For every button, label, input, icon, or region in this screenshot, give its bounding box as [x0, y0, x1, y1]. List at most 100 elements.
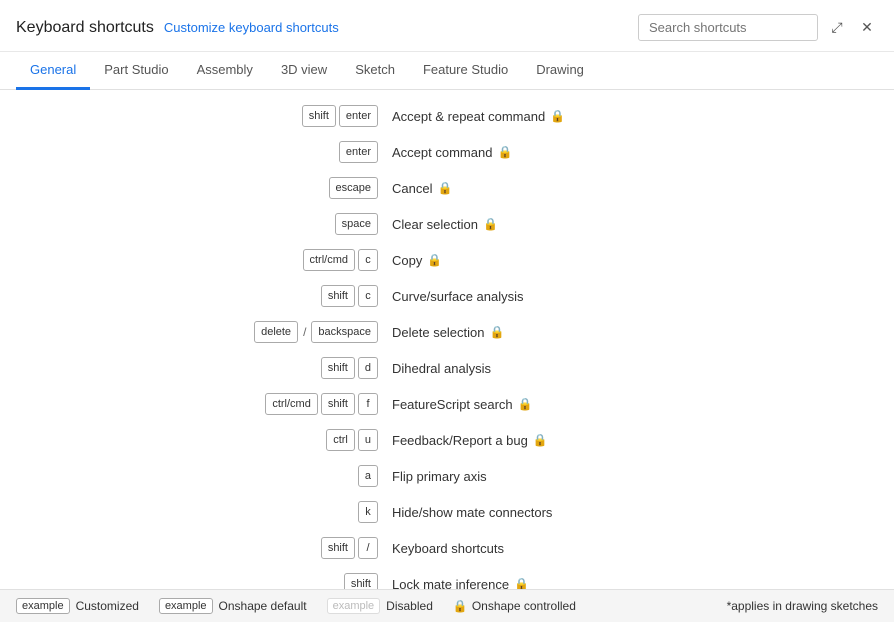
key-shift: shift [321, 537, 355, 559]
key-d: d [358, 357, 378, 379]
shortcut-label: Dihedral analysis [390, 361, 870, 376]
keys-area: shift / [0, 537, 390, 559]
legend-customized: example Customized [16, 598, 139, 614]
key-backspace: backspace [311, 321, 378, 343]
key-shift: shift [344, 573, 378, 589]
table-row: escape Cancel 🔒 [0, 170, 894, 206]
legend-key-onshape-default: example [159, 598, 213, 614]
tab-part-studio[interactable]: Part Studio [90, 52, 182, 90]
search-input[interactable] [638, 14, 818, 41]
lock-icon: 🔒 [497, 145, 512, 159]
shortcut-label: Lock mate inference 🔒 [390, 577, 870, 590]
table-row: k Hide/show mate connectors [0, 494, 894, 530]
keys-area: k [0, 501, 390, 523]
shortcut-label: Curve/surface analysis [390, 289, 870, 304]
legend-disabled: example Disabled [327, 598, 433, 614]
header-icons: ⤢ ✕ [826, 17, 878, 39]
tab-3d-view[interactable]: 3D view [267, 52, 341, 90]
legend-key-disabled: example [327, 598, 381, 614]
header: Keyboard shortcuts Customize keyboard sh… [0, 0, 894, 52]
legend-onshape-default: example Onshape default [159, 598, 307, 614]
lock-icon: 🔒 [490, 325, 505, 339]
key-enter: enter [339, 105, 378, 127]
lock-icon: 🔒 [427, 253, 442, 267]
shortcut-label: Delete selection 🔒 [390, 325, 870, 340]
lock-icon: 🔒 [533, 433, 548, 447]
lock-icon: 🔒 [550, 109, 565, 123]
table-row: shift enter Accept & repeat command 🔒 [0, 98, 894, 134]
table-row: ctrl u Feedback/Report a bug 🔒 [0, 422, 894, 458]
tab-general[interactable]: General [16, 52, 90, 90]
legend-onshape-default-desc: Onshape default [219, 599, 307, 613]
legend-onshape-controlled: 🔒 Onshape controlled [453, 599, 576, 613]
key-enter: enter [339, 141, 378, 163]
lock-icon: 🔒 [453, 599, 468, 613]
key-u: u [358, 429, 378, 451]
tab-drawing[interactable]: Drawing [522, 52, 598, 90]
key-c: c [358, 249, 378, 271]
key-f: f [358, 393, 378, 415]
tab-assembly[interactable]: Assembly [183, 52, 267, 90]
key-a: a [358, 465, 378, 487]
keys-area: space [0, 213, 390, 235]
shortcut-label: Clear selection 🔒 [390, 217, 870, 232]
keys-area: ctrl/cmd c [0, 249, 390, 271]
key-slash: / [358, 537, 378, 559]
shortcut-label: Feedback/Report a bug 🔒 [390, 433, 870, 448]
key-ctrl: ctrl [326, 429, 355, 451]
keys-area: delete / backspace [0, 321, 390, 343]
tabs-bar: General Part Studio Assembly 3D view Ske… [0, 52, 894, 90]
key-shift: shift [302, 105, 336, 127]
shortcuts-list: shift enter Accept & repeat command 🔒 en… [0, 90, 894, 589]
table-row: shift Lock mate inference 🔒 [0, 566, 894, 589]
legend-key-customized: example [16, 598, 70, 614]
lock-icon: 🔒 [518, 397, 533, 411]
shortcut-label: Copy 🔒 [390, 253, 870, 268]
key-escape: escape [329, 177, 378, 199]
keys-area: ctrl u [0, 429, 390, 451]
tab-feature-studio[interactable]: Feature Studio [409, 52, 522, 90]
shortcut-label: Accept command 🔒 [390, 145, 870, 160]
dialog-title: Keyboard shortcuts [16, 19, 154, 37]
table-row: ctrl/cmd shift f FeatureScript search 🔒 [0, 386, 894, 422]
shortcut-label: FeatureScript search 🔒 [390, 397, 870, 412]
legend-disabled-desc: Disabled [386, 599, 433, 613]
keys-area: shift d [0, 357, 390, 379]
table-row: ctrl/cmd c Copy 🔒 [0, 242, 894, 278]
expand-icon[interactable]: ⤢ [826, 17, 848, 39]
keys-area: escape [0, 177, 390, 199]
keys-area: shift c [0, 285, 390, 307]
tab-sketch[interactable]: Sketch [341, 52, 409, 90]
key-space: space [335, 213, 378, 235]
table-row: a Flip primary axis [0, 458, 894, 494]
key-shift: shift [321, 357, 355, 379]
keys-area: a [0, 465, 390, 487]
shortcut-label: Hide/show mate connectors [390, 505, 870, 520]
keys-area: enter [0, 141, 390, 163]
shortcut-label: Cancel 🔒 [390, 181, 870, 196]
keys-area: shift [0, 573, 390, 589]
key-ctrl-cmd: ctrl/cmd [265, 393, 318, 415]
content-area: shift enter Accept & repeat command 🔒 en… [0, 90, 894, 589]
keys-area: shift enter [0, 105, 390, 127]
shortcut-label: Flip primary axis [390, 469, 870, 484]
applies-note: *applies in drawing sketches [727, 599, 878, 613]
key-shift: shift [321, 393, 355, 415]
shortcut-label: Accept & repeat command 🔒 [390, 109, 870, 124]
table-row: enter Accept command 🔒 [0, 134, 894, 170]
lock-icon: 🔒 [483, 217, 498, 231]
key-shift: shift [321, 285, 355, 307]
key-c: c [358, 285, 378, 307]
legend-onshape-controlled-desc: Onshape controlled [472, 599, 576, 613]
key-separator: / [301, 325, 308, 339]
key-ctrl-cmd: ctrl/cmd [303, 249, 356, 271]
customize-link[interactable]: Customize keyboard shortcuts [164, 20, 339, 35]
table-row: space Clear selection 🔒 [0, 206, 894, 242]
lock-icon: 🔒 [437, 181, 452, 195]
table-row: delete / backspace Delete selection 🔒 [0, 314, 894, 350]
key-k: k [358, 501, 378, 523]
table-row: shift c Curve/surface analysis [0, 278, 894, 314]
close-icon[interactable]: ✕ [856, 17, 878, 39]
shortcut-label: Keyboard shortcuts [390, 541, 870, 556]
key-delete: delete [254, 321, 298, 343]
